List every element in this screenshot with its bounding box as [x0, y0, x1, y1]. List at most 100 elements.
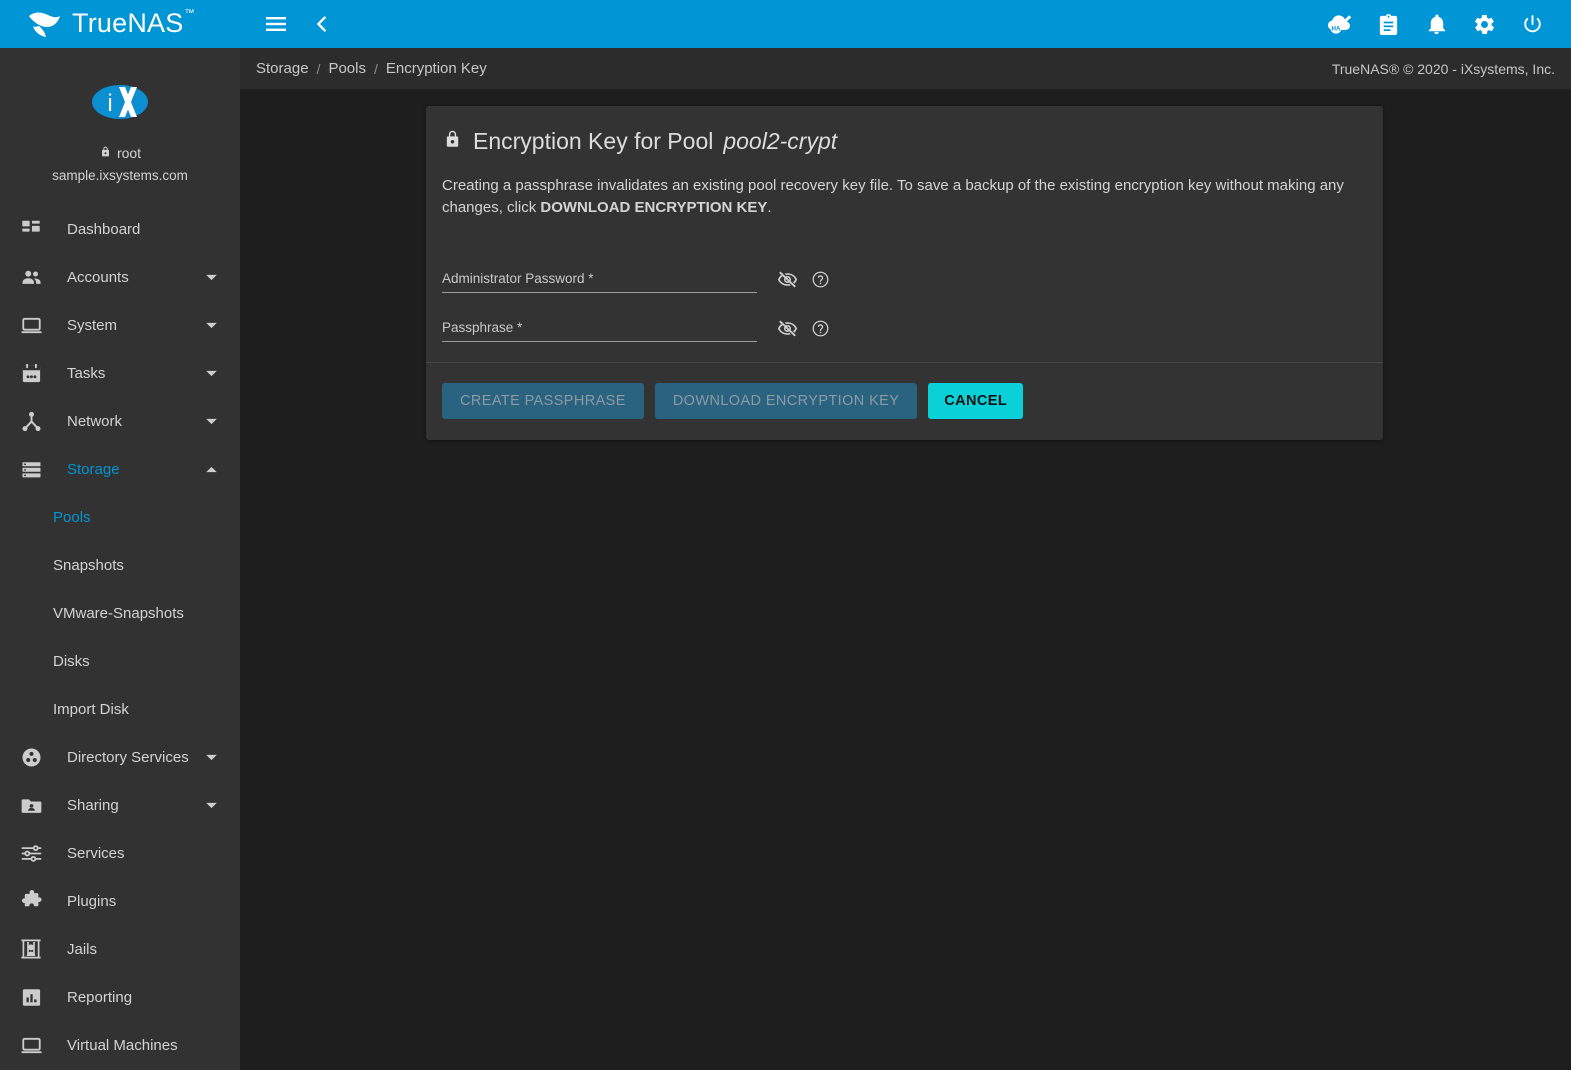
- ha-status-icon[interactable]: HA: [1327, 11, 1353, 37]
- top-app-bar: TrueNAS™ HA: [0, 0, 1571, 48]
- chevron-down-icon[interactable]: [198, 414, 224, 429]
- breadcrumb-bar: Storage / Pools / Encryption Key TrueNAS…: [240, 48, 1571, 89]
- copyright-text: TrueNAS® © 2020 - iXsystems, Inc.: [1332, 61, 1555, 77]
- sidebar-item-import-disk[interactable]: Import Disk: [0, 685, 240, 733]
- system-laptop-icon: [14, 313, 48, 337]
- sidebar-subitem-label: Snapshots: [53, 557, 124, 574]
- card-actions: CREATE PASSPHRASE DOWNLOAD ENCRYPTION KE…: [426, 363, 1383, 440]
- chevron-left-icon[interactable]: [309, 11, 335, 37]
- services-sliders-icon: [14, 841, 48, 865]
- administrator-password-field[interactable]: Administrator Password *: [442, 271, 757, 293]
- sidebar-item-reporting[interactable]: Reporting: [0, 973, 240, 1021]
- topbar-right-actions: HA: [1327, 11, 1545, 37]
- description-text-2: .: [767, 199, 771, 216]
- sidebar-item-dashboard[interactable]: Dashboard: [0, 205, 240, 253]
- power-icon[interactable]: [1519, 11, 1545, 37]
- sidebar-item-sharing[interactable]: Sharing: [0, 781, 240, 829]
- sidebar-item-vmware-snapshots[interactable]: VMware-Snapshots: [0, 589, 240, 637]
- task-manager-icon[interactable]: [1375, 11, 1401, 37]
- dashboard-icon: [14, 217, 48, 241]
- sidebar-subitem-label: Pools: [53, 509, 91, 526]
- sidebar-nav: Dashboard Accounts: [0, 205, 240, 1069]
- sidebar-item-disks[interactable]: Disks: [0, 637, 240, 685]
- passphrase-row: Passphrase *: [442, 294, 1367, 342]
- page-title-prefix: Encryption Key for Pool: [473, 128, 713, 155]
- sidebar-item-label: Sharing: [67, 797, 198, 814]
- create-passphrase-button[interactable]: CREATE PASSPHRASE: [442, 383, 644, 419]
- eye-off-icon[interactable]: [776, 268, 798, 290]
- topbar-left-actions: [263, 11, 335, 37]
- truenas-wave-logo: [26, 9, 62, 39]
- sidebar-item-system[interactable]: System: [0, 301, 240, 349]
- chevron-down-icon[interactable]: [198, 318, 224, 333]
- passphrase-field[interactable]: Passphrase *: [442, 320, 757, 342]
- help-circle-icon[interactable]: [809, 268, 831, 290]
- svg-text:HA: HA: [1332, 25, 1341, 32]
- reporting-chart-icon: [14, 985, 48, 1009]
- sidebar-item-label: Network: [67, 413, 198, 430]
- page-title: Encryption Key for Pool pool2-crypt: [442, 128, 1367, 155]
- eye-off-icon[interactable]: [776, 317, 798, 339]
- sidebar-item-services[interactable]: Services: [0, 829, 240, 877]
- encryption-key-card: Encryption Key for Pool pool2-crypt Crea…: [426, 106, 1383, 440]
- sidebar-item-jails[interactable]: Jails: [0, 925, 240, 973]
- passphrase-label: Passphrase *: [442, 320, 757, 335]
- hamburger-menu-icon[interactable]: [263, 11, 289, 37]
- cancel-button[interactable]: CANCEL: [928, 383, 1023, 419]
- sidebar-item-snapshots[interactable]: Snapshots: [0, 541, 240, 589]
- sidebar-item-tasks[interactable]: Tasks: [0, 349, 240, 397]
- sidebar-item-directory-services[interactable]: Directory Services: [0, 733, 240, 781]
- lock-icon: [442, 128, 463, 155]
- sidebar-item-label: Accounts: [67, 269, 198, 286]
- sidebar-item-network[interactable]: Network: [0, 397, 240, 445]
- help-circle-icon[interactable]: [809, 317, 831, 339]
- sidebar-item-label: Storage: [67, 461, 198, 478]
- brand-name: TrueNAS™: [72, 8, 194, 39]
- sharing-folder-icon: [14, 793, 48, 817]
- sidebar-subitem-label: Import Disk: [53, 701, 129, 718]
- sidebar-item-label: Tasks: [67, 365, 198, 382]
- breadcrumb-item-storage[interactable]: Storage: [248, 60, 317, 77]
- chevron-down-icon[interactable]: [198, 798, 224, 813]
- sidebar-identity-block: i root sample.ixsystems.com: [0, 48, 240, 199]
- breadcrumb: Storage / Pools / Encryption Key: [248, 60, 495, 77]
- sidebar-item-virtual-machines[interactable]: Virtual Machines: [0, 1021, 240, 1069]
- jails-icon: [14, 937, 48, 961]
- breadcrumb-item-encryption-key: Encryption Key: [378, 60, 495, 77]
- description-emphasis: DOWNLOAD ENCRYPTION KEY: [540, 199, 767, 216]
- brand-trademark: ™: [184, 8, 194, 19]
- administrator-password-row: Administrator Password *: [442, 245, 1367, 293]
- administrator-password-icons: [776, 268, 831, 293]
- chevron-down-icon[interactable]: [198, 270, 224, 285]
- directory-services-icon: [14, 745, 48, 769]
- download-encryption-key-button[interactable]: DOWNLOAD ENCRYPTION KEY: [655, 383, 917, 419]
- sidebar-item-storage[interactable]: Storage: [0, 445, 240, 493]
- sidebar-item-label: System: [67, 317, 198, 334]
- settings-gear-icon[interactable]: [1471, 11, 1497, 37]
- lock-icon: [99, 145, 112, 161]
- administrator-password-label: Administrator Password *: [442, 271, 757, 286]
- network-icon: [14, 409, 48, 433]
- sidebar-item-pools[interactable]: Pools: [0, 493, 240, 541]
- sidebar-item-accounts[interactable]: Accounts: [0, 253, 240, 301]
- plugins-puzzle-icon: [14, 889, 48, 913]
- sidebar-item-label: Services: [67, 845, 240, 862]
- sidebar-item-plugins[interactable]: Plugins: [0, 877, 240, 925]
- sidebar-item-label: Virtual Machines: [67, 1037, 240, 1054]
- notifications-bell-icon[interactable]: [1423, 11, 1449, 37]
- passphrase-icons: [776, 317, 831, 342]
- brand-logo-area: TrueNAS™: [0, 0, 240, 48]
- chevron-up-icon[interactable]: [198, 462, 224, 477]
- sidebar-item-label: Dashboard: [67, 221, 240, 238]
- sidebar-hostname: sample.ixsystems.com: [0, 168, 240, 183]
- sidebar-user-label: root: [117, 145, 141, 161]
- sidebar-item-label: Jails: [67, 941, 240, 958]
- chevron-down-icon[interactable]: [198, 750, 224, 765]
- ix-systems-logo: i: [89, 78, 151, 126]
- virtual-machines-icon: [14, 1033, 48, 1057]
- form-fields: Administrator Password *: [442, 245, 1367, 354]
- chevron-down-icon[interactable]: [198, 366, 224, 381]
- breadcrumb-item-pools[interactable]: Pools: [320, 60, 374, 77]
- sidebar-item-label: Reporting: [67, 989, 240, 1006]
- accounts-people-icon: [14, 265, 48, 289]
